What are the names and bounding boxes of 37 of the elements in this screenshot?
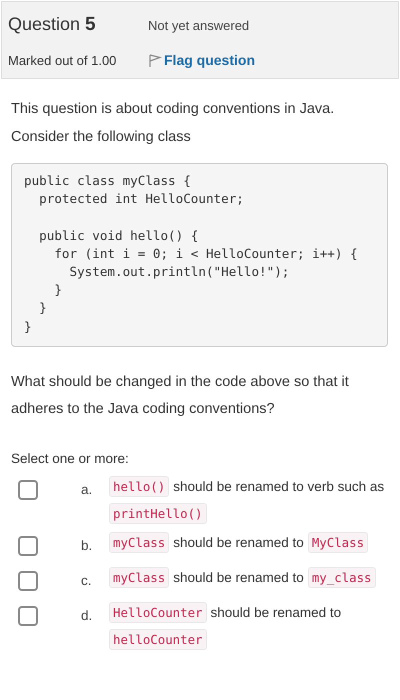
option-text: should be renamed to verb such as (173, 478, 384, 496)
code-line: } (53, 282, 62, 298)
checkbox[interactable] (18, 606, 38, 626)
code-snippet: printHello() (109, 502, 207, 524)
question-text: Consider the following class (11, 128, 192, 147)
code-line: for (int i = 0; i < HelloCounter; i++) { (53, 246, 358, 261)
checkbox[interactable] (18, 536, 38, 556)
option-letter: a. (81, 480, 94, 499)
option-letter: c. (81, 572, 93, 590)
code-snippet: HelloCounter (109, 602, 207, 624)
code-snippet: my_class (308, 567, 376, 588)
option-text: should be renamed to (173, 534, 304, 552)
option-letter: b. (81, 536, 94, 555)
marks-label: Marked out of 1.00 (8, 52, 118, 68)
code-snippet: MyClass (308, 532, 368, 554)
question-text: What should be changed in the code above so that it adheres to the Java coding conventions? (11, 372, 350, 419)
code-line: public class myClass { (24, 173, 191, 188)
code-line: } (24, 318, 32, 334)
code-line: public void hello() { (38, 228, 198, 243)
code-line: protected int HelloCounter; (38, 191, 244, 206)
code-line: } (38, 300, 47, 316)
code-snippet: helloCounter (109, 628, 207, 650)
answer-status: Not yet answered (148, 18, 250, 33)
option-letter: d. (81, 606, 94, 625)
code-snippet: myClass (109, 567, 170, 588)
code-snippet: myClass (109, 532, 170, 554)
checkbox[interactable] (18, 480, 38, 500)
checkbox[interactable] (18, 570, 38, 591)
flag-question-link[interactable]: Flag question (148, 52, 255, 68)
question-title: Question 5 (8, 14, 97, 36)
code-snippet: hello() (109, 476, 170, 498)
instruction-text: Select one or more: (11, 450, 130, 466)
option-text: should be renamed to (210, 604, 342, 622)
flag-icon (148, 52, 162, 68)
code-line: System.out.println("Hello!"); (68, 264, 290, 279)
option-text: should be renamed to (173, 568, 304, 587)
question-text: This question is about coding conventions in Java. (11, 100, 336, 119)
